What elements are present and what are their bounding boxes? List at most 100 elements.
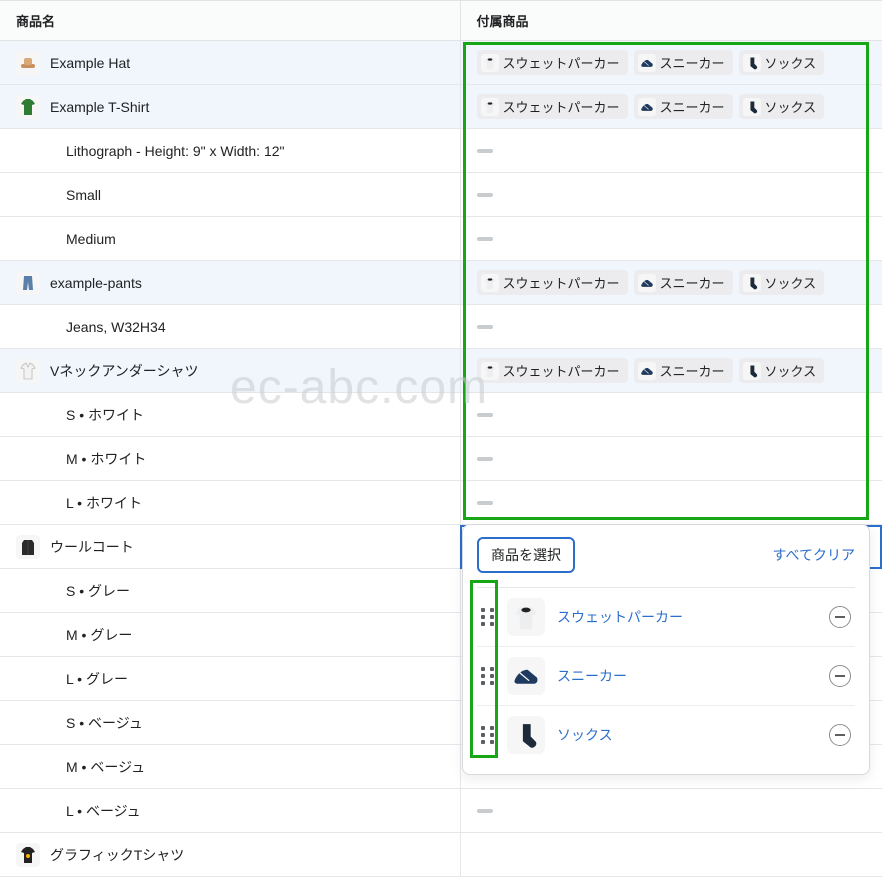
accessory-tag[interactable]: スウェットパーカー bbox=[477, 270, 628, 295]
tag-label: ソックス bbox=[765, 97, 817, 116]
empty-dash-icon bbox=[477, 193, 493, 197]
empty-dash-icon bbox=[477, 237, 493, 241]
socks-icon bbox=[743, 362, 761, 380]
variant-name-cell[interactable]: S • グレー bbox=[0, 569, 460, 613]
empty-dash-icon bbox=[477, 457, 493, 461]
empty-dash-icon bbox=[477, 809, 493, 813]
variant-name: S • グレー bbox=[16, 581, 444, 601]
accessory-cell[interactable] bbox=[460, 129, 882, 173]
tag-label: スウェットパーカー bbox=[503, 273, 620, 292]
variant-name-cell[interactable]: L • ベージュ bbox=[0, 789, 460, 833]
accessory-tag[interactable]: ソックス bbox=[739, 358, 825, 383]
product-name: Example T-Shirt bbox=[50, 99, 149, 115]
product-name-cell[interactable]: グラフィックTシャツ bbox=[0, 833, 460, 877]
remove-item-button[interactable] bbox=[829, 606, 851, 628]
product-name: グラフィックTシャツ bbox=[50, 845, 184, 865]
tshirt-icon bbox=[16, 95, 40, 119]
variant-name-cell[interactable]: M • グレー bbox=[0, 613, 460, 657]
tag-label: スウェットパーカー bbox=[503, 97, 620, 116]
selector-item-name[interactable]: スウェットパーカー bbox=[557, 607, 817, 627]
sneakers-icon bbox=[638, 98, 656, 116]
socks-icon bbox=[507, 716, 545, 754]
socks-icon bbox=[743, 54, 761, 72]
variant-name-cell[interactable]: M • ベージュ bbox=[0, 745, 460, 789]
variant-name-cell[interactable]: L • グレー bbox=[0, 657, 460, 701]
accessory-cell[interactable] bbox=[460, 173, 882, 217]
accessory-cell[interactable] bbox=[460, 833, 882, 877]
accessory-cell[interactable] bbox=[460, 481, 882, 525]
hoodie-icon bbox=[481, 274, 499, 292]
accessory-cell[interactable] bbox=[460, 217, 882, 261]
variant-name-cell[interactable]: Lithograph - Height: 9" x Width: 12" bbox=[0, 129, 460, 173]
select-products-button[interactable]: 商品を選択 bbox=[477, 537, 575, 573]
tag-label: ソックス bbox=[765, 273, 817, 292]
product-name-cell[interactable]: Example T-Shirt bbox=[0, 85, 460, 129]
accessory-cell[interactable] bbox=[460, 437, 882, 481]
accessory-cell[interactable] bbox=[460, 789, 882, 833]
variant-name-cell[interactable]: Medium bbox=[0, 217, 460, 261]
selector-item-name[interactable]: スニーカー bbox=[557, 666, 817, 686]
accessory-cell[interactable]: スウェットパーカー スニーカー ソックス bbox=[460, 85, 882, 129]
variant-name-cell[interactable]: Jeans, W32H34 bbox=[0, 305, 460, 349]
remove-item-button[interactable] bbox=[829, 665, 851, 687]
accessory-cell[interactable] bbox=[460, 393, 882, 437]
accessory-tag[interactable]: スウェットパーカー bbox=[477, 50, 628, 75]
variant-name-cell[interactable]: S • ホワイト bbox=[0, 393, 460, 437]
variant-name-cell[interactable]: M • ホワイト bbox=[0, 437, 460, 481]
tag-label: スニーカー bbox=[660, 53, 725, 72]
empty-dash-icon bbox=[477, 149, 493, 153]
variant-name: Medium bbox=[16, 231, 444, 247]
sneakers-icon bbox=[638, 362, 656, 380]
col-header-name: 商品名 bbox=[0, 1, 460, 41]
accessory-cell[interactable]: スウェットパーカー スニーカー ソックス bbox=[460, 261, 882, 305]
variant-name-cell[interactable]: S • ベージュ bbox=[0, 701, 460, 745]
accessory-cell[interactable] bbox=[460, 305, 882, 349]
variant-name: L • グレー bbox=[16, 669, 444, 689]
hoodie-icon bbox=[481, 98, 499, 116]
variant-name: M • グレー bbox=[16, 625, 444, 645]
product-name-cell[interactable]: Example Hat bbox=[0, 41, 460, 85]
sneakers-icon bbox=[638, 54, 656, 72]
selector-item: ソックス bbox=[477, 706, 855, 764]
hoodie-icon bbox=[507, 598, 545, 636]
col-header-accessory: 付属商品 bbox=[460, 1, 882, 41]
tag-label: スウェットパーカー bbox=[503, 361, 620, 380]
variant-name: Lithograph - Height: 9" x Width: 12" bbox=[16, 143, 444, 159]
hoodie-icon bbox=[481, 54, 499, 72]
accessory-tag[interactable]: ソックス bbox=[739, 270, 825, 295]
variant-name-cell[interactable]: Small bbox=[0, 173, 460, 217]
accessory-tag[interactable]: スウェットパーカー bbox=[477, 94, 628, 119]
accessory-tag[interactable]: スニーカー bbox=[634, 358, 733, 383]
accessory-tag[interactable]: ソックス bbox=[739, 50, 825, 75]
drag-handle-icon[interactable] bbox=[481, 608, 495, 626]
variant-name: M • ベージュ bbox=[16, 757, 444, 777]
tag-label: スニーカー bbox=[660, 97, 725, 116]
drag-handle-icon[interactable] bbox=[481, 667, 495, 685]
accessory-tag[interactable]: スウェットパーカー bbox=[477, 358, 628, 383]
accessory-tag[interactable]: スニーカー bbox=[634, 270, 733, 295]
tag-label: スウェットパーカー bbox=[503, 53, 620, 72]
variant-name: Jeans, W32H34 bbox=[16, 319, 444, 335]
remove-item-button[interactable] bbox=[829, 724, 851, 746]
accessory-cell[interactable]: スウェットパーカー スニーカー ソックス bbox=[460, 349, 882, 393]
hoodie-icon bbox=[481, 362, 499, 380]
product-name: ウールコート bbox=[50, 537, 134, 557]
tag-label: スニーカー bbox=[660, 361, 725, 380]
empty-dash-icon bbox=[477, 325, 493, 329]
drag-handle-icon[interactable] bbox=[481, 726, 495, 744]
product-name-cell[interactable]: example-pants bbox=[0, 261, 460, 305]
accessory-tag[interactable]: スニーカー bbox=[634, 50, 733, 75]
product-name: example-pants bbox=[50, 275, 142, 291]
accessory-tag[interactable]: スニーカー bbox=[634, 94, 733, 119]
product-name-cell[interactable]: Vネックアンダーシャツ bbox=[0, 349, 460, 393]
variant-name: Small bbox=[16, 187, 444, 203]
clear-all-link[interactable]: すべてクリア bbox=[773, 545, 855, 565]
accessory-tag[interactable]: ソックス bbox=[739, 94, 825, 119]
socks-icon bbox=[743, 274, 761, 292]
accessory-cell[interactable]: スウェットパーカー スニーカー ソックス bbox=[460, 41, 882, 85]
variant-name: M • ホワイト bbox=[16, 449, 444, 469]
variant-name-cell[interactable]: L • ホワイト bbox=[0, 481, 460, 525]
selector-item-name[interactable]: ソックス bbox=[557, 725, 817, 745]
product-name-cell[interactable]: ウールコート bbox=[0, 525, 460, 569]
product-name: Example Hat bbox=[50, 55, 130, 71]
